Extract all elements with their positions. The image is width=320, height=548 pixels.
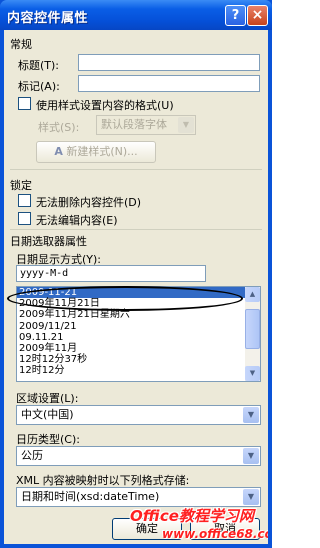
locale-dropdown[interactable]: 中文(中国) ▼ xyxy=(16,405,261,425)
format-list-item[interactable]: 12时12分 xyxy=(17,365,260,376)
title-bar[interactable]: 内容控件属性 ? × xyxy=(0,0,272,30)
divider xyxy=(10,169,262,170)
new-style-label: 新建样式(N)... xyxy=(66,145,138,158)
listbox-scrollbar[interactable]: ▲ ▼ xyxy=(245,287,260,381)
xml-value: 日期和时间(xsd:dateTime) xyxy=(21,490,160,503)
format-listbox[interactable]: 2009-11-21 2009年11月21日 2009年11月21日星期六 2009/… xyxy=(16,286,261,382)
chevron-down-icon: ▼ xyxy=(243,448,259,464)
date-picker-heading: 日期选取器属性 xyxy=(10,235,87,248)
help-button[interactable]: ? xyxy=(225,5,246,26)
divider xyxy=(10,229,262,230)
style-dropdown[interactable]: 默认段落字体 ▼ xyxy=(96,115,196,135)
new-style-icon: A xyxy=(54,145,63,158)
new-style-button[interactable]: A 新建样式(N)... xyxy=(36,141,156,163)
style-value: 默认段落字体 xyxy=(101,118,167,131)
format-list-item[interactable]: 09.11.21 xyxy=(17,332,260,343)
dialog-title: 内容控件属性 xyxy=(7,11,89,26)
chevron-down-icon: ▼ xyxy=(178,117,194,133)
no-delete-label: 无法删除内容控件(D) xyxy=(36,196,142,209)
format-list-item[interactable]: 2009年11月 xyxy=(17,343,260,354)
no-edit-label: 无法编辑内容(E) xyxy=(36,214,118,227)
use-style-checkbox[interactable] xyxy=(18,97,31,110)
title-label: 标题(T): xyxy=(18,59,60,72)
locale-label: 区域设置(L): xyxy=(16,392,79,405)
format-list-item[interactable]: 2009年11月21日 xyxy=(17,298,260,309)
format-list-item[interactable]: 2009/11/21 xyxy=(17,321,260,332)
format-list: 2009-11-21 2009年11月21日 2009年11月21日星期六 2009/… xyxy=(17,287,260,377)
general-heading: 常规 xyxy=(10,38,32,51)
xml-dropdown[interactable]: 日期和时间(xsd:dateTime) ▼ xyxy=(16,487,261,507)
xml-label: XML 内容被映射时以下列格式存储: xyxy=(16,474,190,487)
locking-heading: 锁定 xyxy=(10,179,32,192)
style-label: 样式(S): xyxy=(38,121,80,134)
tag-label: 标记(A): xyxy=(18,80,60,93)
calendar-value: 公历 xyxy=(21,449,43,462)
format-list-item[interactable]: 2009-11-21 xyxy=(17,287,260,299)
format-list-item[interactable]: 12时12分37秒 xyxy=(17,354,260,365)
title-input[interactable] xyxy=(78,54,260,71)
calendar-dropdown[interactable]: 公历 ▼ xyxy=(16,446,261,466)
scroll-down-icon[interactable]: ▼ xyxy=(245,366,260,381)
chevron-down-icon: ▼ xyxy=(243,407,259,423)
locale-value: 中文(中国) xyxy=(21,408,74,421)
use-style-label: 使用样式设置内容的格式(U) xyxy=(36,99,174,112)
scroll-up-icon[interactable]: ▲ xyxy=(245,287,260,302)
close-button[interactable]: × xyxy=(247,5,268,26)
calendar-label: 日历类型(C): xyxy=(16,433,80,446)
tag-input[interactable] xyxy=(78,75,260,92)
dialog-body: 常规 标题(T): 标记(A): 使用样式设置内容的格式(U) 样式(S): 默… xyxy=(4,30,268,544)
watermark-url: www.office68.com xyxy=(162,527,268,541)
dialog-window: 内容控件属性 ? × 常规 标题(T): 标记(A): 使用样式设置内容的格式(… xyxy=(0,0,272,548)
display-format-input[interactable]: yyyy-M-d xyxy=(16,265,206,282)
no-edit-checkbox[interactable] xyxy=(18,212,31,225)
watermark-logo: Office教程学习网 xyxy=(130,507,254,525)
chevron-down-icon: ▼ xyxy=(243,489,259,505)
no-delete-checkbox[interactable] xyxy=(18,194,31,207)
format-list-item[interactable]: 2009年11月21日星期六 xyxy=(17,309,260,320)
scroll-thumb[interactable] xyxy=(245,309,260,349)
